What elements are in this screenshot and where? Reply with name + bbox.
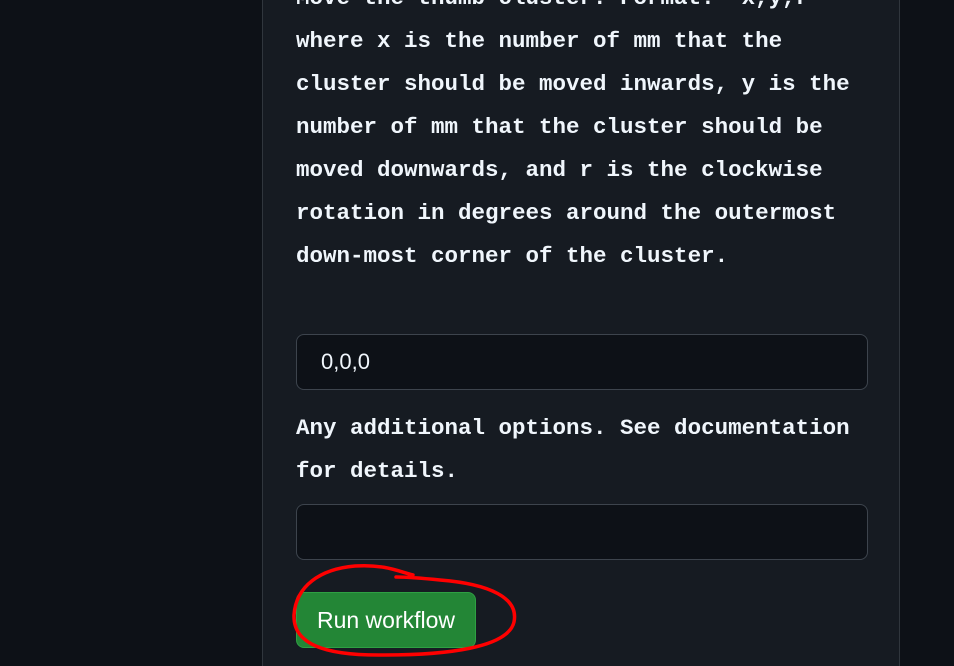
workflow-dispatch-panel: Move the thumb cluster. Format: `x,y,r` … [262, 0, 900, 666]
thumb-cluster-label: Move the thumb cluster. Format: `x,y,r` … [296, 0, 850, 269]
thumb-cluster-input[interactable] [296, 334, 868, 390]
additional-options-label: Any additional options. See documentatio… [296, 415, 850, 484]
additional-options-input[interactable] [296, 504, 868, 560]
page: Move the thumb cluster. Format: `x,y,r` … [0, 0, 954, 666]
run-workflow-button[interactable]: Run workflow [296, 592, 476, 648]
